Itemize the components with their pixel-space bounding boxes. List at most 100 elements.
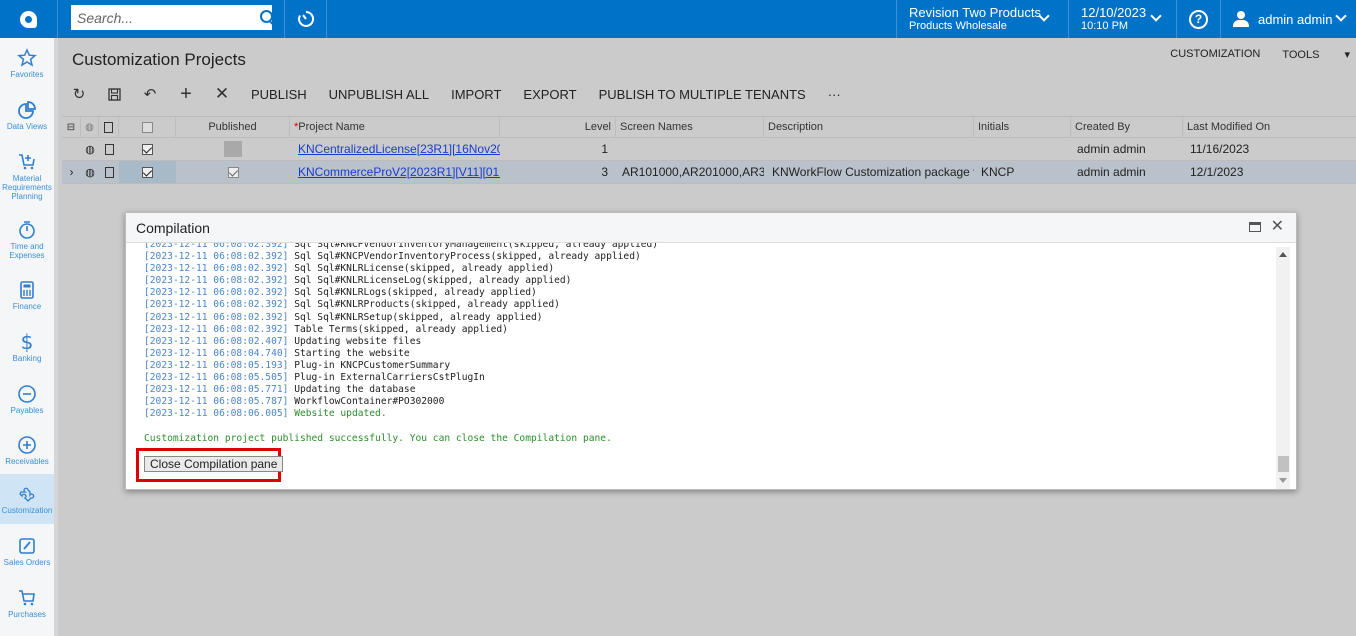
- cart-icon: [19, 590, 35, 606]
- user-icon: [1233, 11, 1249, 27]
- log-message: Sql Sql#KNLRProducts(skipped, already ap…: [294, 299, 560, 311]
- select-all-checkbox[interactable]: [119, 117, 176, 137]
- sidebar-item-customization[interactable]: Customization: [0, 474, 54, 524]
- sidebar-item-receivables[interactable]: Receivables: [0, 425, 54, 475]
- scrollbar-thumb[interactable]: [1278, 456, 1289, 472]
- sidebar-item-favorites[interactable]: Favorites: [0, 38, 54, 88]
- pie-chart-icon: [18, 101, 36, 119]
- sidebar-item-time-and-expenses[interactable]: Time and Expenses: [0, 210, 54, 260]
- export-button[interactable]: EXPORT: [523, 87, 576, 102]
- created-by-cell: admin admin: [1077, 142, 1146, 156]
- close-icon[interactable]: ✕: [1271, 219, 1284, 235]
- log-line: [2023-12-11 06:08:02.407] Updating websi…: [144, 336, 1274, 348]
- sidebar-item-banking[interactable]: $ Banking: [0, 322, 54, 372]
- projects-grid: ⊟ ◍ Published * Project Name Level Screen…: [62, 116, 1356, 184]
- business-date-selector[interactable]: 12/10/2023 10:10 PM: [1068, 0, 1176, 38]
- project-name-link[interactable]: KNCommerceProV2[2023R1][V11][01D…: [298, 165, 500, 179]
- branch-name: Products Wholesale: [909, 19, 1007, 32]
- recent-history-button[interactable]: [284, 0, 327, 38]
- created-by-cell: admin admin: [1077, 165, 1146, 179]
- tools-menu[interactable]: TOOLS ▾: [1282, 48, 1350, 61]
- sidebar-item-sales-orders[interactable]: Sales Orders: [0, 526, 54, 576]
- maximize-icon[interactable]: [1248, 222, 1261, 232]
- plus-icon: +: [180, 82, 192, 105]
- publish-multiple-tenants-button[interactable]: PUBLISH TO MULTIPLE TENANTS: [599, 87, 806, 102]
- more-actions-button[interactable]: ···: [828, 87, 841, 102]
- project-name-link[interactable]: KNCentralizedLicense[23R1][16Nov202…: [298, 142, 500, 156]
- cart-plus-icon: [19, 154, 35, 170]
- undo-button[interactable]: ↶: [143, 86, 157, 103]
- log-line: [2023-12-11 06:08:02.392] Sql Sql#KNLRLi…: [144, 275, 1274, 287]
- header-initials[interactable]: Initials: [974, 117, 1071, 137]
- header-level[interactable]: Level: [500, 117, 616, 137]
- log-message: Sql Sql#KNLRLogs(skipped, already applie…: [294, 287, 537, 299]
- header-created-by[interactable]: Created By: [1071, 117, 1183, 137]
- close-compilation-pane-button[interactable]: Close Compilation pane: [144, 456, 284, 472]
- sidebar-item-label: Data Views: [6, 122, 48, 131]
- level-cell: 3: [601, 165, 608, 179]
- row-select-checkbox[interactable]: [119, 161, 176, 183]
- dialog-header: Compilation ✕: [126, 213, 1296, 243]
- page-title: Customization Projects: [72, 50, 246, 69]
- acumatica-logo[interactable]: [0, 0, 58, 38]
- compilation-log: [2023-12-11 06:08:02.392] Sql Sql#KNCPVe…: [144, 243, 1274, 443]
- chevron-down-icon: [1150, 10, 1162, 22]
- search-input[interactable]: [77, 9, 259, 26]
- log-message: Updating the database: [294, 384, 416, 396]
- log-message: Updating website files: [294, 335, 422, 347]
- header-project-name[interactable]: * Project Name: [290, 117, 500, 137]
- save-button[interactable]: [108, 87, 121, 101]
- log-message: Sql Sql#KNLRSetup(skipped, already appli…: [294, 311, 543, 323]
- sidebar-item-material-requirements-planning[interactable]: Material Requirements Planning: [0, 142, 54, 204]
- note-icon[interactable]: [99, 138, 119, 160]
- initials-cell: KNCP: [981, 165, 1015, 179]
- scroll-up-arrow-icon[interactable]: [1279, 252, 1287, 257]
- log-scrollbar[interactable]: [1276, 247, 1290, 489]
- edit-icon: [19, 538, 35, 554]
- import-button[interactable]: IMPORT: [451, 87, 501, 102]
- publish-button[interactable]: PUBLISH: [251, 87, 307, 102]
- scroll-down-arrow-icon[interactable]: [1279, 478, 1287, 483]
- log-timestamp: [2023-12-11 06:08:05.193]: [144, 359, 289, 371]
- header-description[interactable]: Description: [764, 117, 974, 137]
- stopwatch-icon: [19, 221, 35, 239]
- refresh-button[interactable]: ↻: [72, 86, 86, 103]
- description-cell: [764, 138, 974, 160]
- search-box[interactable]: [71, 5, 273, 30]
- note-icon[interactable]: [99, 161, 119, 183]
- customization-menu[interactable]: CUSTOMIZATION: [1170, 48, 1260, 61]
- initials-cell: [974, 138, 1071, 160]
- grid-header: ⊟ ◍ Published * Project Name Level Screen…: [62, 116, 1356, 138]
- sidebar-item-payables[interactable]: Payables: [0, 374, 54, 424]
- tenant-selector[interactable]: Revision Two Products Products Wholesale: [896, 0, 1068, 38]
- delete-button[interactable]: ✕: [215, 84, 229, 103]
- add-button[interactable]: +: [179, 82, 193, 105]
- sidebar-item-label: Banking: [12, 354, 42, 363]
- published-cell: [176, 138, 290, 160]
- toolbar: ↻ ↶ + ✕ PUBLISH UNPUBLISH ALL IMPORT EXP…: [72, 82, 863, 105]
- business-time: 10:10 PM: [1081, 19, 1129, 32]
- user-menu[interactable]: admin admin: [1220, 0, 1356, 38]
- project-name-cell[interactable]: KNCentralizedLicense[23R1][16Nov202…: [290, 138, 500, 160]
- project-name-cell[interactable]: KNCommerceProV2[2023R1][V11][01D…: [290, 161, 500, 183]
- header-screen-names[interactable]: Screen Names: [616, 117, 764, 137]
- grid-settings-icon[interactable]: ⊟: [62, 117, 81, 137]
- sidebar-item-purchases[interactable]: Purchases: [0, 578, 54, 628]
- attachment-icon[interactable]: ◍: [81, 161, 99, 183]
- unpublish-all-button[interactable]: UNPUBLISH ALL: [329, 87, 429, 102]
- header-last-modified-on[interactable]: Last Modified On: [1183, 117, 1356, 137]
- header-published[interactable]: Published: [176, 117, 290, 137]
- sidebar-item-finance[interactable]: Finance: [0, 270, 54, 320]
- table-row[interactable]: › ◍ KNCommerceProV2[2023R1][V11][01D… 3 …: [62, 161, 1356, 184]
- table-row[interactable]: ◍ KNCentralizedLicense[23R1][16Nov202… 1…: [62, 138, 1356, 161]
- sidebar-item-data-views[interactable]: Data Views: [0, 90, 54, 140]
- star-icon: [17, 48, 37, 67]
- log-message: Sql Sql#KNLRLicense(skipped, already app…: [294, 263, 555, 275]
- top-bar: Revision Two Products Products Wholesale…: [0, 0, 1356, 38]
- attachment-icon[interactable]: ◍: [81, 138, 99, 160]
- row-expand-chevron-icon[interactable]: ›: [62, 161, 81, 183]
- help-button[interactable]: ?: [1176, 0, 1220, 38]
- search-icon[interactable]: [259, 9, 273, 27]
- log-timestamp: [2023-12-11 06:08:02.392]: [144, 263, 289, 275]
- row-select-checkbox[interactable]: [119, 138, 176, 160]
